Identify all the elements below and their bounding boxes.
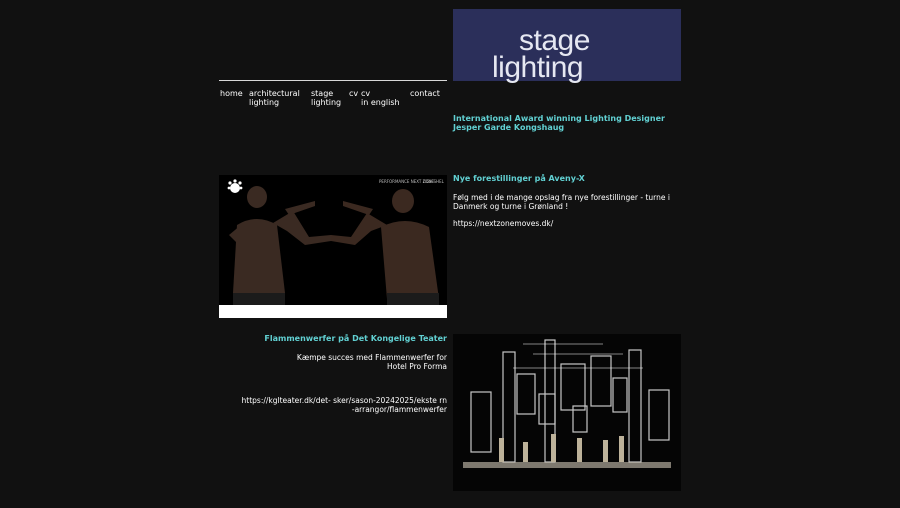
nav-home[interactable]: home	[220, 89, 243, 98]
stage-lighting-banner: stage lighting	[453, 9, 681, 84]
nav-contact[interactable]: contact	[410, 89, 440, 98]
nav-divider	[219, 80, 447, 81]
dancers-photo[interactable]: PERFORMANCE NEXT ZONE LIGA SHEL	[219, 175, 447, 318]
post2-link[interactable]: https://kglteater.dk/det- sker/sason-202…	[240, 396, 447, 414]
post1-body: Følg med i de mange opslag fra nye fores…	[453, 193, 670, 211]
nav-cv-english[interactable]: cv in english	[361, 89, 400, 107]
flammenwerfer-stage-photo[interactable]	[453, 334, 681, 491]
post1-heading[interactable]: Nye forestillinger på Aveny-X	[453, 174, 673, 183]
image-bottom-strip	[219, 305, 447, 318]
banner-line-2: lighting	[492, 51, 584, 84]
post2-heading[interactable]: Flammenwerfer på Det Kongelige Teater	[247, 334, 447, 343]
nav-cv[interactable]: cv	[349, 89, 358, 98]
post2-body: Kæmpe succes med Flammenwerfer for Hotel…	[296, 353, 447, 371]
image-caption-right: LIGA SHEL	[423, 179, 445, 184]
stage-illustration	[453, 334, 681, 491]
nav-architectural-lighting[interactable]: architectural lighting	[249, 89, 300, 107]
dancers-illustration: PERFORMANCE NEXT ZONE LIGA SHEL	[219, 175, 447, 318]
post1-link[interactable]: https://nextzonemoves.dk/	[453, 219, 673, 228]
intro-tagline: International Award winning Lighting Des…	[453, 114, 665, 132]
nav-stage-lighting[interactable]: stage lighting	[311, 89, 341, 107]
